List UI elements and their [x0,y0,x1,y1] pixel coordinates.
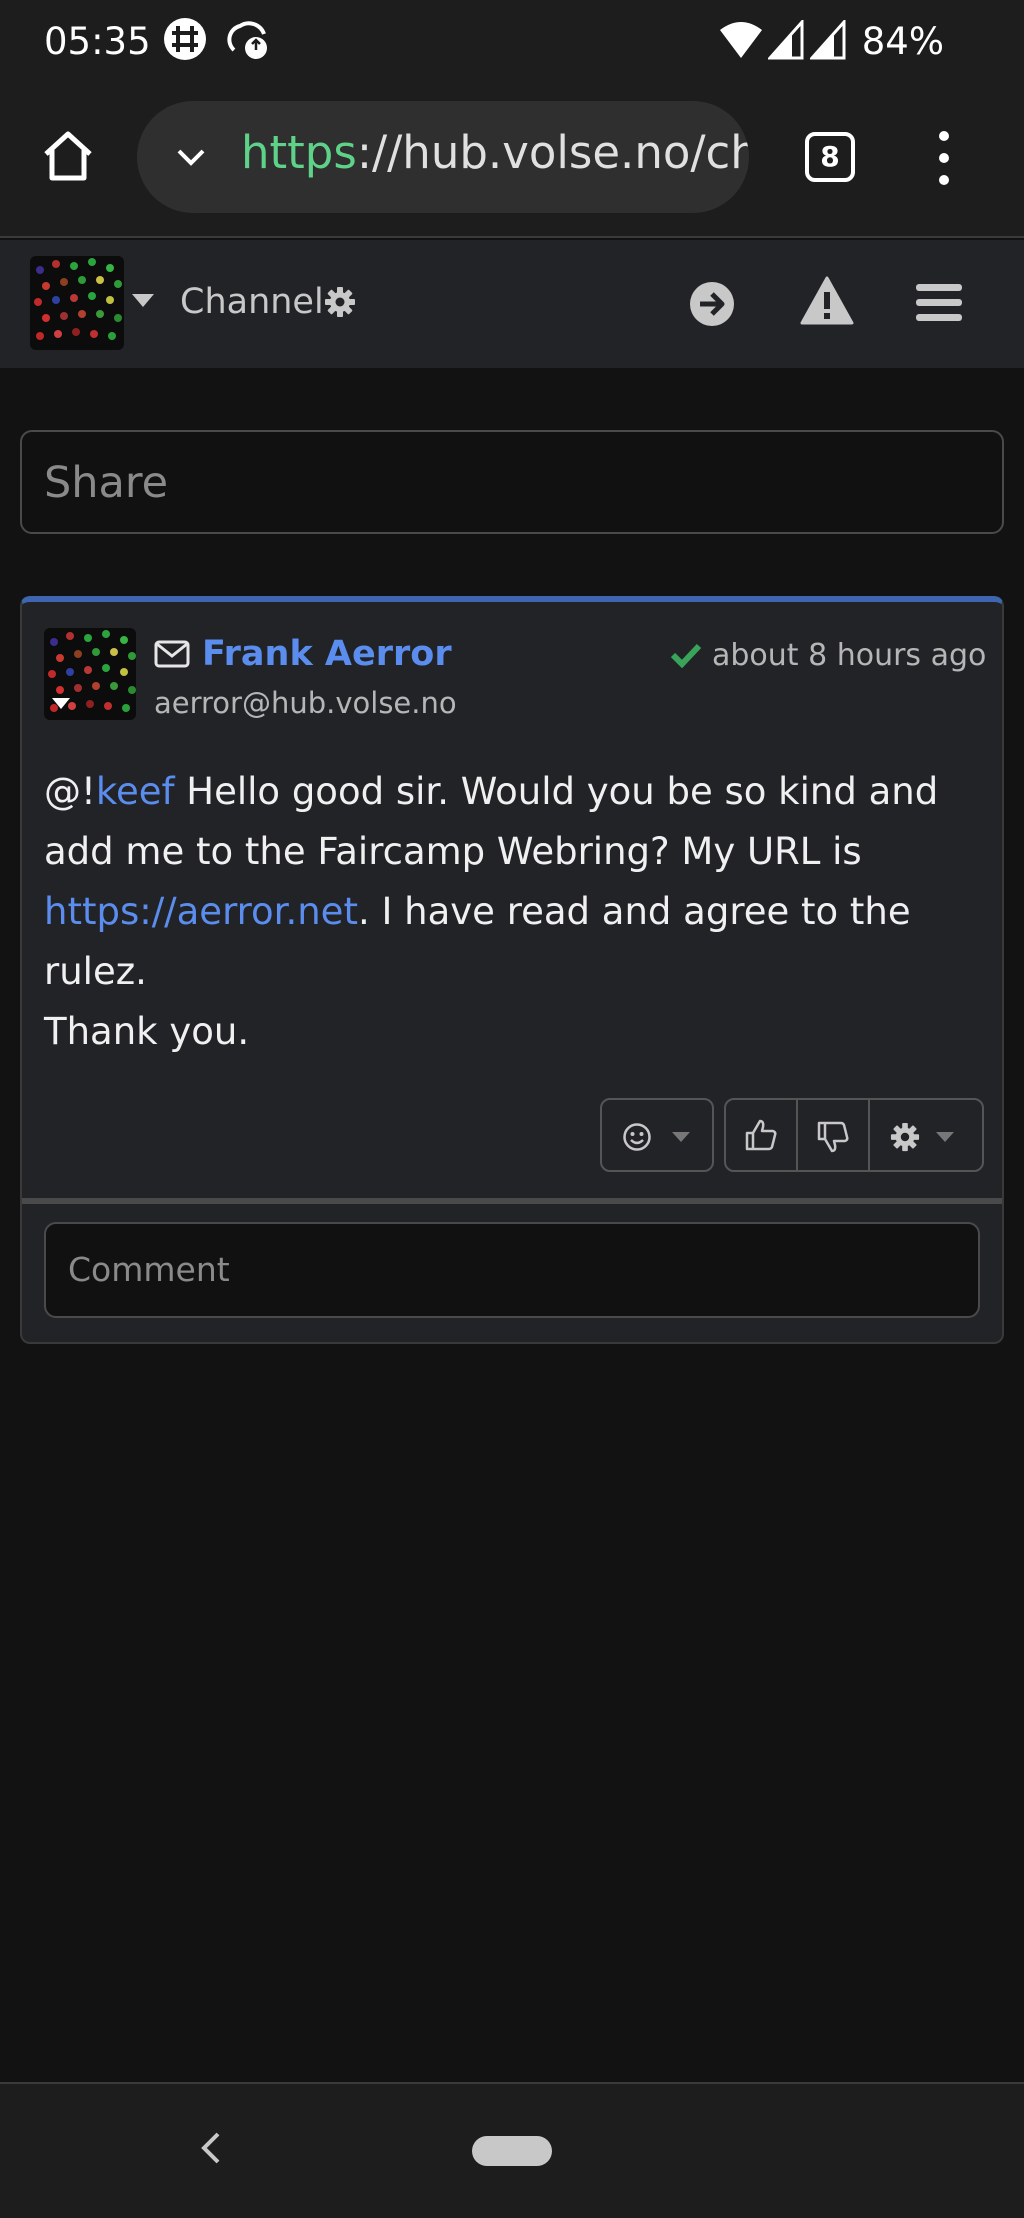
battery-level: 84% [861,20,944,63]
site-navbar: Channel [0,240,1024,368]
gear-icon [890,1122,920,1152]
caret-down-icon[interactable] [132,294,154,308]
verified-check-icon [670,643,702,668]
caret-down-icon [936,1132,954,1142]
status-bar: 05:35 84% [0,0,1024,88]
mention-prefix: @! [44,770,96,813]
caret-down-icon [672,1132,690,1142]
grid-app-icon [164,18,206,60]
channel-link[interactable]: Channel [180,282,324,322]
post-settings-button[interactable] [870,1100,982,1170]
url-bar[interactable]: https://hub.volse.no/ch [137,101,749,213]
post-body: @!keef Hello good sir. Would you be so k… [44,762,984,1062]
url-text[interactable]: https://hub.volse.no/ch [241,126,749,179]
gear-icon[interactable] [324,286,356,318]
post-action-group [724,1098,984,1172]
url-link[interactable]: https://aerror.net [44,890,358,933]
share-placeholder: Share [44,458,169,508]
post-text-1: Hello good sir. Would you be so kind and… [44,770,939,873]
mention-link[interactable]: keef [96,770,175,813]
envelope-icon[interactable] [154,640,190,668]
browser-toolbar: https://hub.volse.no/ch 8 [0,88,1024,238]
caret-down-icon[interactable] [52,698,70,710]
url-scheme: https [241,126,357,179]
home-icon[interactable] [38,126,98,186]
status-time: 05:35 [44,20,151,63]
thumbs-up-icon [745,1119,777,1151]
author-address: aerror@hub.volse.no [154,686,457,720]
warning-icon[interactable] [800,276,854,326]
author-name[interactable]: Frank Aerror [202,634,452,674]
post-card: Frank Aerror aerror@hub.volse.no about 8… [20,596,1004,1344]
comment-placeholder: Comment [68,1250,230,1289]
avatar[interactable] [30,256,124,350]
more-options-icon[interactable] [930,128,958,188]
chevron-down-icon[interactable] [173,139,209,175]
url-host: ://hub.volse.no/ch [356,126,749,179]
dislike-button[interactable] [798,1100,870,1170]
card-divider [22,1198,1002,1204]
home-gesture-pill[interactable] [472,2136,552,2166]
thumbs-down-icon [817,1121,849,1153]
arrow-right-circle-icon[interactable] [688,280,736,328]
menu-icon[interactable] [916,282,962,322]
back-icon[interactable] [198,2128,224,2168]
wifi-icon [720,22,762,58]
post-timestamp[interactable]: about 8 hours ago [712,638,986,673]
signal-icon [810,20,846,60]
system-nav-bar [0,2082,1024,2218]
share-input[interactable]: Share [20,430,1004,534]
post-text-3: Thank you. [44,1010,250,1053]
tab-switcher-button[interactable]: 8 [805,132,855,182]
like-button[interactable] [726,1100,798,1170]
signal-icon [768,20,804,60]
smiley-icon [623,1123,651,1151]
sync-cloud-icon [227,21,267,59]
emoji-reaction-button[interactable] [600,1098,714,1172]
comment-input[interactable]: Comment [44,1222,980,1318]
